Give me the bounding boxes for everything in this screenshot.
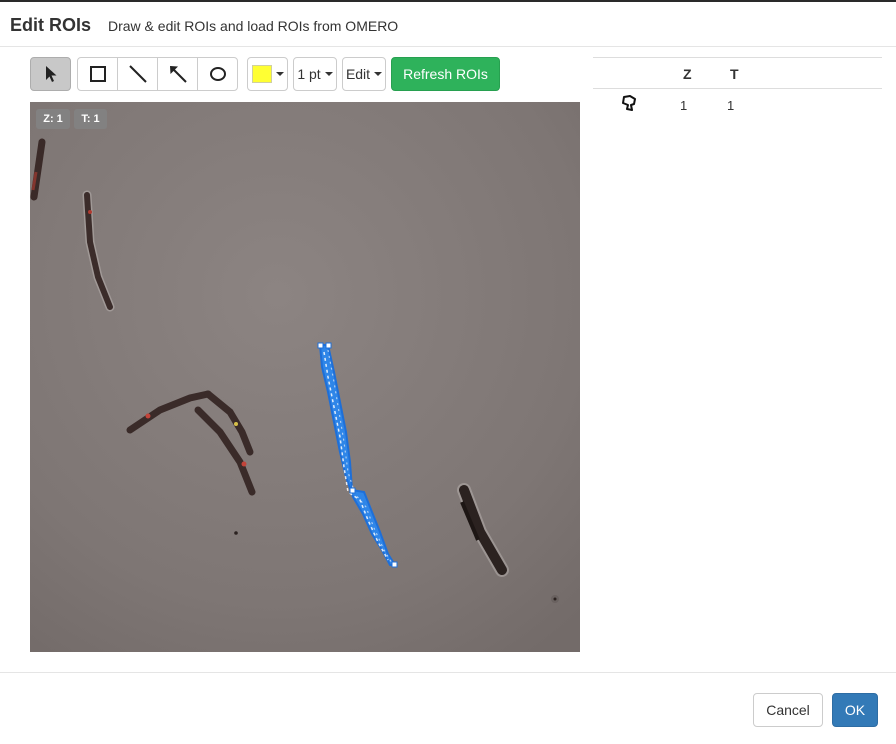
stroke-width-dropdown[interactable]: 1 pt <box>293 57 337 91</box>
line-tool-button[interactable] <box>117 57 158 91</box>
rectangle-icon <box>89 66 106 82</box>
roi-t-value: 1 <box>727 98 735 113</box>
chevron-down-icon <box>374 72 383 76</box>
color-swatch <box>251 65 272 83</box>
roi-table: Z T 1 1 <box>593 57 882 119</box>
ellipse-icon <box>209 67 226 81</box>
column-header-z: Z <box>683 66 692 82</box>
modal-footer: Cancel OK <box>0 672 896 744</box>
t-badge: T: 1 <box>74 109 107 129</box>
refresh-rois-button[interactable]: Refresh ROIs <box>391 57 500 91</box>
select-tool-group <box>30 57 71 91</box>
window-top-edge <box>0 0 896 2</box>
arrow-tool-button[interactable] <box>157 57 198 91</box>
z-badge: Z: 1 <box>36 109 70 129</box>
ok-button[interactable]: OK <box>832 693 878 727</box>
chevron-down-icon <box>324 72 333 76</box>
microscopy-image <box>30 102 580 652</box>
image-viewer[interactable]: Z: 1 T: 1 <box>30 102 580 652</box>
column-header-t: T <box>730 66 739 82</box>
pointer-icon <box>45 66 56 82</box>
select-tool-button[interactable] <box>30 57 71 91</box>
modal-header: Edit ROIs Draw & edit ROIs and load ROIs… <box>0 0 896 47</box>
roi-table-header: Z T <box>593 57 882 89</box>
roi-z-value: 1 <box>680 98 688 113</box>
modal-subtitle: Draw & edit ROIs and load ROIs from OMER… <box>108 18 399 34</box>
chevron-down-icon <box>275 72 284 76</box>
rectangle-tool-button[interactable] <box>77 57 118 91</box>
ellipse-tool-button[interactable] <box>197 57 238 91</box>
edit-dropdown-label: Edit <box>345 66 371 82</box>
arrow-icon <box>169 66 187 83</box>
line-icon <box>128 65 147 83</box>
table-row[interactable]: 1 1 <box>593 89 882 119</box>
cancel-button[interactable]: Cancel <box>753 693 823 727</box>
edit-dropdown[interactable]: Edit <box>342 57 386 91</box>
polygon-icon <box>622 95 636 111</box>
stroke-width-value: 1 pt <box>297 66 321 82</box>
modal-title: Edit ROIs <box>10 15 92 35</box>
color-picker-dropdown[interactable] <box>247 57 288 91</box>
shape-tool-group <box>77 57 238 91</box>
